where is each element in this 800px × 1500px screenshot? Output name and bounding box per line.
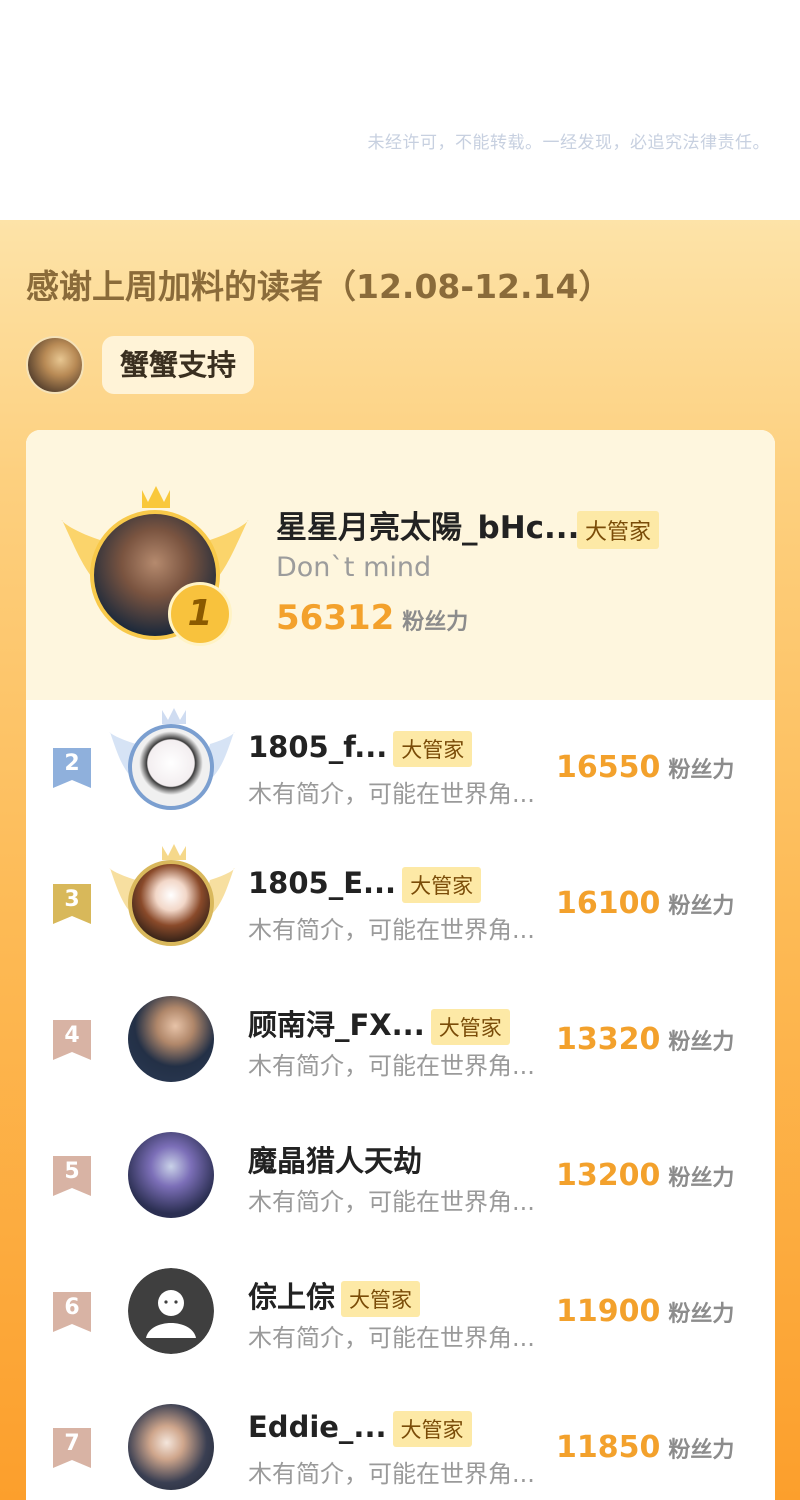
steward-badge: 大管家 (577, 511, 660, 549)
name-text: 顾南浔_FX... (248, 1008, 425, 1042)
rank-flag: 4 (53, 1020, 91, 1060)
leaderboard-card: 1 星星月亮太陽_bHc... 大管家 Don`t mind 56312 粉丝力 … (26, 430, 775, 1500)
top-blank-area: 未经许可，不能转载。一经发现，必追究法律责任。 (0, 0, 800, 220)
avatar[interactable] (128, 1132, 214, 1218)
sponsor-avatar[interactable] (26, 336, 84, 394)
top-supporter-bio: Don`t mind (276, 552, 432, 583)
rank-flag: 3 (53, 884, 91, 924)
supporters-panel: 感谢上周加料的读者（12.08-12.14） 蟹蟹支持 1 星星月亮太陽_bHc… (0, 220, 800, 1500)
supporter-score: 11850 粉丝力 (556, 1430, 734, 1465)
list-item[interactable]: 4 顾南浔_FX... 大管家 木有简介，可能在世界角... 13320 粉丝力 (26, 972, 775, 1108)
score-unit: 粉丝力 (668, 758, 735, 783)
supporter-bio: 木有简介，可能在世界角... (248, 1052, 535, 1080)
supporter-score: 13200 粉丝力 (556, 1158, 734, 1193)
supporter-name[interactable]: 魔晶猎人天劫 (248, 1138, 422, 1180)
name-text: 1805_f... (248, 730, 388, 764)
avatar[interactable] (128, 860, 214, 946)
supporter-bio: 木有简介，可能在世界角... (248, 916, 535, 944)
supporter-bio: 木有简介，可能在世界角... (248, 1188, 535, 1216)
score-value: 11850 (556, 1430, 661, 1465)
rank-flag: 2 (53, 748, 91, 788)
default-avatar-icon[interactable] (128, 1268, 214, 1354)
score-value: 13320 (556, 1022, 661, 1057)
steward-badge: 大管家 (402, 867, 482, 903)
supporter-score: 16550 粉丝力 (556, 750, 734, 785)
score-value: 16100 (556, 886, 661, 921)
copyright-notice: 未经许可，不能转载。一经发现，必追究法律责任。 (367, 133, 770, 153)
list-item[interactable]: 5 魔晶猎人天劫 木有简介，可能在世界角... 13200 粉丝力 (26, 1108, 775, 1244)
score-value: 56312 (276, 598, 395, 638)
supporter-bio: 木有简介，可能在世界角... (248, 780, 535, 808)
avatar[interactable] (128, 1404, 214, 1490)
steward-badge: 大管家 (392, 1411, 472, 1447)
score-value: 16550 (556, 750, 661, 785)
supporter-bio: 木有简介，可能在世界角... (248, 1324, 535, 1352)
supporter-score: 11900 粉丝力 (556, 1294, 734, 1329)
supporter-name[interactable]: Eddie_... 大管家 (248, 1410, 472, 1447)
top-supporter-score: 56312 粉丝力 (276, 598, 468, 638)
name-text: 1805_E... (248, 866, 397, 900)
supporter-list: 2 1805_f... 大管家 木有简介，可能在世界角... 16550 粉丝力 3 (26, 700, 775, 1500)
supporter-name[interactable]: 顾南浔_FX... 大管家 (248, 1002, 510, 1045)
list-item[interactable]: 6 倧上倧 大管家 木有简介，可能在世界角... 11900 粉丝力 (26, 1244, 775, 1380)
rank-flag: 5 (53, 1156, 91, 1196)
top-supporter-name[interactable]: 星星月亮太陽_bHc... (276, 502, 579, 547)
avatar[interactable] (128, 996, 214, 1082)
score-unit: 粉丝力 (668, 1438, 735, 1463)
top-supporter[interactable]: 1 星星月亮太陽_bHc... 大管家 Don`t mind 56312 粉丝力 (26, 430, 775, 700)
supporter-name[interactable]: 倧上倧 大管家 (248, 1274, 421, 1317)
score-unit: 粉丝力 (668, 1030, 735, 1055)
score-value: 11900 (556, 1294, 661, 1329)
name-text: Eddie_... (248, 1410, 387, 1444)
supporter-name[interactable]: 1805_f... 大管家 (248, 730, 473, 767)
score-unit: 粉丝力 (402, 610, 469, 635)
steward-badge: 大管家 (341, 1281, 421, 1317)
supporter-score: 13320 粉丝力 (556, 1022, 734, 1057)
rank-flag: 6 (53, 1292, 91, 1332)
list-item[interactable]: 2 1805_f... 大管家 木有简介，可能在世界角... 16550 粉丝力 (26, 700, 775, 836)
name-text: 倧上倧 (248, 1280, 336, 1314)
steward-badge: 大管家 (393, 731, 473, 767)
supporter-name[interactable]: 1805_E... 大管家 (248, 866, 482, 903)
score-unit: 粉丝力 (668, 1166, 735, 1191)
list-item[interactable]: 7 Eddie_... 大管家 木有简介，可能在世界角... 11850 粉丝力 (26, 1380, 775, 1500)
rank-1-medal: 1 (168, 582, 232, 646)
avatar[interactable] (128, 724, 214, 810)
panel-heading: 感谢上周加料的读者（12.08-12.14） (26, 267, 612, 306)
supporter-score: 16100 粉丝力 (556, 886, 734, 921)
list-item[interactable]: 3 1805_E... 大管家 木有简介，可能在世界角... 16100 粉丝力 (26, 836, 775, 972)
score-unit: 粉丝力 (668, 894, 735, 919)
supporter-bio: 木有简介，可能在世界角... (248, 1460, 535, 1488)
name-text: 魔晶猎人天劫 (248, 1144, 423, 1178)
steward-badge: 大管家 (430, 1009, 510, 1045)
score-value: 13200 (556, 1158, 661, 1193)
sponsor-label: 蟹蟹支持 (102, 336, 255, 394)
score-unit: 粉丝力 (668, 1302, 735, 1327)
rank-flag: 7 (53, 1428, 91, 1468)
